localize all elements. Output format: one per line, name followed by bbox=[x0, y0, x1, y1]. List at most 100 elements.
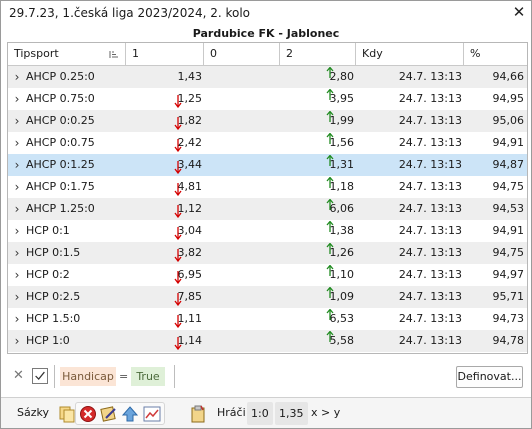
define-filter-button[interactable]: Definovat... bbox=[456, 366, 523, 388]
odds-home[interactable]: 7,85 bbox=[132, 286, 203, 308]
odds-away[interactable]: 1,18 bbox=[286, 176, 355, 198]
odds-down-arrow-icon bbox=[174, 315, 182, 328]
column-header-kdy[interactable]: Kdy bbox=[356, 43, 464, 65]
odds-home[interactable]: 2,42 bbox=[132, 132, 203, 154]
expand-chevron-icon[interactable]: › bbox=[12, 176, 22, 198]
arrow-up-icon[interactable] bbox=[121, 405, 139, 423]
odds-down-arrow-icon bbox=[174, 271, 182, 284]
expand-chevron-icon[interactable]: › bbox=[12, 330, 22, 352]
filter-operator: = bbox=[119, 370, 129, 383]
market-name: AHCP 0.75:0 bbox=[26, 92, 95, 105]
filter-enabled-checkbox[interactable] bbox=[32, 368, 48, 384]
table-row[interactable]: › HCP 0:1.5 3,82 1,26 24.7. 13:13 94,75 bbox=[8, 242, 527, 264]
odds-up-arrow-icon bbox=[326, 111, 334, 122]
column-header-0[interactable]: 0 bbox=[204, 43, 280, 65]
table-row[interactable]: › AHCP 1.25:0 1,12 6,06 24.7. 13:13 94,53 bbox=[8, 198, 527, 220]
column-header-pct[interactable]: % bbox=[464, 43, 527, 65]
odds-home[interactable]: 4,81 bbox=[132, 176, 203, 198]
table-row[interactable]: › AHCP 0:0.75 2,42 1,56 24.7. 13:13 94,91 bbox=[8, 132, 527, 154]
odds-away[interactable]: 3,95 bbox=[286, 88, 355, 110]
expand-chevron-icon[interactable]: › bbox=[12, 220, 22, 242]
odds-down-arrow-icon bbox=[174, 161, 182, 174]
odds-window: 29.7.23, 1.česká liga 2023/2024, 2. kolo… bbox=[0, 0, 532, 429]
title-bar: 29.7.23, 1.česká liga 2023/2024, 2. kolo… bbox=[1, 1, 531, 25]
odds-away[interactable]: 2,80 bbox=[286, 66, 355, 88]
updated-time: 24.7. 13:13 bbox=[398, 114, 462, 127]
close-button[interactable]: ✕ bbox=[509, 2, 529, 22]
expand-chevron-icon[interactable]: › bbox=[12, 308, 22, 330]
odds-away[interactable]: 1,26 bbox=[286, 242, 355, 264]
table-row[interactable]: › HCP 1.5:0 1,11 6,53 24.7. 13:13 94,73 bbox=[8, 308, 527, 330]
updated-time: 24.7. 13:13 bbox=[398, 290, 462, 303]
odds-away[interactable]: 1,38 bbox=[286, 220, 355, 242]
odds-home[interactable]: 1,12 bbox=[132, 198, 203, 220]
score-ratio-pill[interactable]: 1:0 bbox=[247, 402, 273, 425]
odds-down-arrow-icon bbox=[174, 95, 182, 108]
table-row[interactable]: › AHCP 0:1.25 3,44 1,31 24.7. 13:13 94,87 bbox=[8, 154, 527, 176]
market-name: HCP 0:2 bbox=[26, 268, 70, 281]
edit-icon[interactable] bbox=[100, 405, 118, 423]
odds-home[interactable]: 3,44 bbox=[132, 154, 203, 176]
expand-chevron-icon[interactable]: › bbox=[12, 88, 22, 110]
expand-chevron-icon[interactable]: › bbox=[12, 132, 22, 154]
expand-chevron-icon[interactable]: › bbox=[12, 286, 22, 308]
clear-filter-icon[interactable]: ✕ bbox=[13, 368, 24, 383]
table-row[interactable]: › HCP 0:2 6,95 1,10 24.7. 13:13 94,97 bbox=[8, 264, 527, 286]
odds-up-arrow-icon bbox=[326, 265, 334, 276]
payout-percent: 94,53 bbox=[492, 202, 525, 215]
comparison-label: x > y bbox=[311, 406, 341, 419]
odds-home[interactable]: 1,82 bbox=[132, 110, 203, 132]
expand-chevron-icon[interactable]: › bbox=[12, 154, 22, 176]
chart-icon[interactable] bbox=[143, 405, 161, 423]
table-row[interactable]: › HCP 0:2.5 7,85 1,09 24.7. 13:13 95,71 bbox=[8, 286, 527, 308]
table-row[interactable]: › AHCP 0:0.25 1,82 1,99 24.7. 13:13 95,06 bbox=[8, 110, 527, 132]
odds-home[interactable]: 1,25 bbox=[132, 88, 203, 110]
expand-chevron-icon[interactable]: › bbox=[12, 264, 22, 286]
filter-field-tag[interactable]: Handicap bbox=[60, 367, 116, 386]
odds-away[interactable]: 1,99 bbox=[286, 110, 355, 132]
expand-chevron-icon[interactable]: › bbox=[12, 66, 22, 88]
market-name: AHCP 0:1.25 bbox=[26, 158, 95, 171]
odds-home[interactable]: 1,14 bbox=[132, 330, 203, 352]
odds-away[interactable]: 1,09 bbox=[286, 286, 355, 308]
odds-away[interactable]: 6,53 bbox=[286, 308, 355, 330]
table-row[interactable]: › AHCP 0:1.75 4,81 1,18 24.7. 13:13 94,75 bbox=[8, 176, 527, 198]
odds-up-arrow-icon bbox=[326, 331, 334, 342]
odds-home[interactable]: 1,11 bbox=[132, 308, 203, 330]
odds-away[interactable]: 5,58 bbox=[286, 330, 355, 352]
odds-up-arrow-icon bbox=[326, 287, 334, 298]
expand-chevron-icon[interactable]: › bbox=[12, 242, 22, 264]
odds-away[interactable]: 6,06 bbox=[286, 198, 355, 220]
table-row[interactable]: › AHCP 0.75:0 1,25 3,95 24.7. 13:13 94,95 bbox=[8, 88, 527, 110]
expand-chevron-icon[interactable]: › bbox=[12, 110, 22, 132]
sort-icon[interactable] bbox=[109, 50, 119, 59]
expand-chevron-icon[interactable]: › bbox=[12, 198, 22, 220]
table-row[interactable]: › AHCP 0.25:0 1,43 2,80 24.7. 13:13 94,66 bbox=[8, 66, 527, 88]
payout-percent: 94,91 bbox=[492, 136, 525, 149]
updated-time: 24.7. 13:13 bbox=[398, 136, 462, 149]
clipboard-icon[interactable] bbox=[189, 405, 207, 423]
odds-home[interactable]: 1,43 bbox=[132, 66, 203, 88]
odds-home[interactable]: 3,82 bbox=[132, 242, 203, 264]
column-header-tipsport[interactable]: Tipsport bbox=[8, 43, 126, 65]
column-header-1[interactable]: 1 bbox=[126, 43, 204, 65]
table-row[interactable]: › HCP 0:1 3,04 1,38 24.7. 13:13 94,91 bbox=[8, 220, 527, 242]
odds-away[interactable]: 1,56 bbox=[286, 132, 355, 154]
delete-icon[interactable] bbox=[79, 405, 97, 423]
odds-down-arrow-icon bbox=[174, 293, 182, 306]
payout-percent: 94,91 bbox=[492, 224, 525, 237]
table-row[interactable]: › HCP 1:0 1,14 5,58 24.7. 13:13 94,78 bbox=[8, 330, 527, 352]
bottom-toolbar: Sázky Hráči 1:0 1,35 x > y bbox=[1, 397, 531, 428]
odds-home[interactable]: 6,95 bbox=[132, 264, 203, 286]
odds-pill[interactable]: 1,35 bbox=[275, 402, 308, 425]
filter-value-tag[interactable]: True bbox=[131, 367, 165, 386]
payout-percent: 94,95 bbox=[492, 92, 525, 105]
odds-home[interactable]: 3,04 bbox=[132, 220, 203, 242]
checkmark-icon bbox=[35, 371, 45, 380]
payout-percent: 95,06 bbox=[492, 114, 525, 127]
odds-away[interactable]: 1,31 bbox=[286, 154, 355, 176]
match-title: Pardubice FK - Jablonec bbox=[192, 27, 340, 40]
odds-away[interactable]: 1,10 bbox=[286, 264, 355, 286]
column-header-2[interactable]: 2 bbox=[280, 43, 356, 65]
copy-icon[interactable] bbox=[58, 405, 76, 423]
